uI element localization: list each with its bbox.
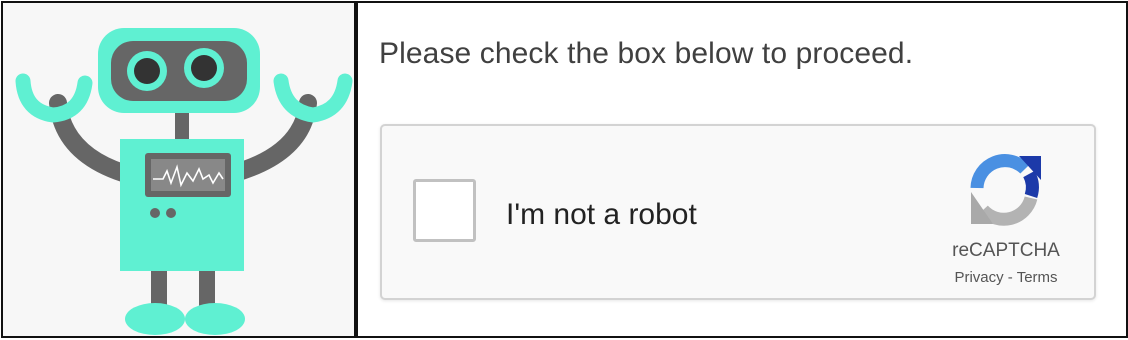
recaptcha-logo-icon <box>970 154 1041 226</box>
recaptcha-links: Privacy - Terms <box>932 269 1080 286</box>
privacy-link[interactable]: Privacy <box>954 269 1003 286</box>
links-separator: - <box>1003 269 1017 286</box>
not-a-robot-checkbox[interactable] <box>413 179 476 242</box>
captcha-prompt: Please check the box below to proceed. <box>379 37 914 70</box>
robot-illustration-panel <box>1 1 356 338</box>
recaptcha-widget: I'm not a robot reCAPTCHA Privacy - Term… <box>380 124 1096 300</box>
terms-link[interactable]: Terms <box>1017 269 1058 286</box>
checkbox-label: I'm not a robot <box>506 198 697 231</box>
robot-mascot-icon <box>15 28 353 335</box>
captcha-panel: Please check the box below to proceed. I… <box>355 1 1128 338</box>
recaptcha-brand-label: reCAPTCHA <box>952 240 1060 261</box>
